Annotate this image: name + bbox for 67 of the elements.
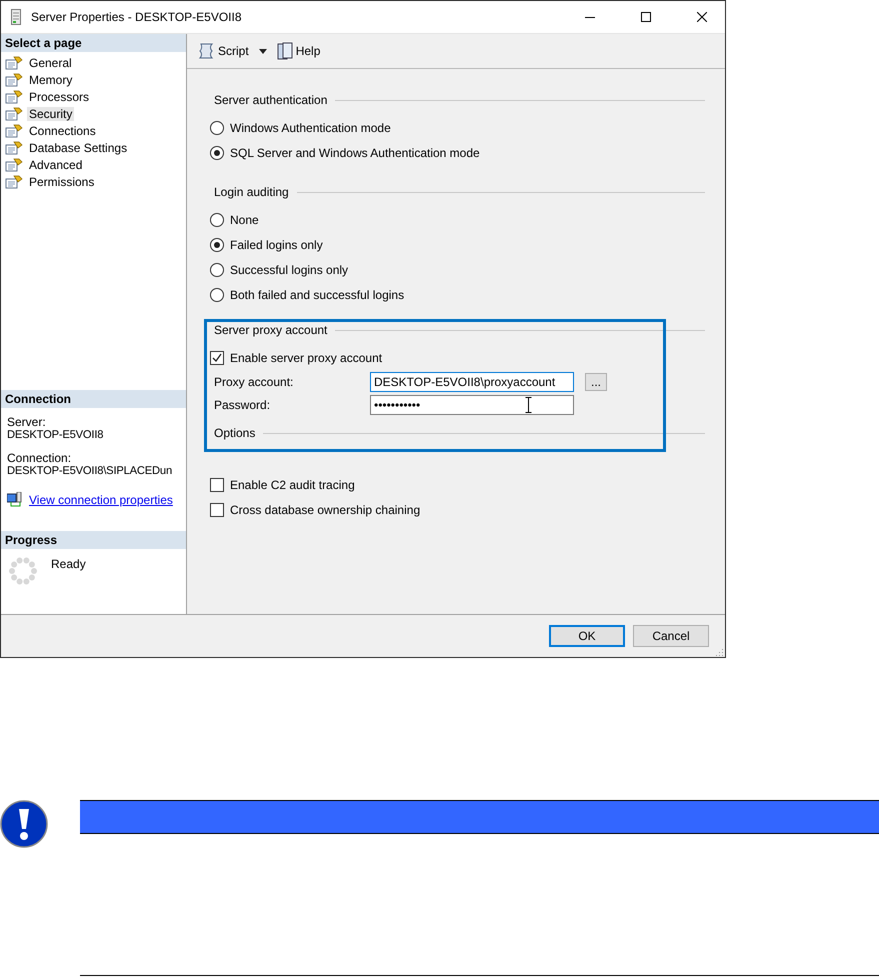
- checkbox[interactable]: [210, 478, 224, 492]
- option-label: Both failed and successful logins: [230, 288, 404, 302]
- scroll-icon: [197, 42, 215, 60]
- page-item[interactable]: Advanced: [27, 158, 84, 172]
- page-item[interactable]: General: [27, 56, 74, 70]
- page-icon: [5, 140, 23, 154]
- radio-button[interactable]: [210, 120, 224, 134]
- spinner-icon: [9, 557, 37, 585]
- radio-button[interactable]: [210, 262, 224, 276]
- checkbox[interactable]: [210, 502, 224, 516]
- dialog-button[interactable]: Cancel: [633, 625, 709, 647]
- option-label: Windows Authentication mode: [230, 120, 391, 134]
- section-title: Options: [214, 426, 256, 440]
- maximize-icon: [641, 12, 651, 22]
- field-label: Password:: [214, 398, 272, 412]
- book-icon: [276, 42, 293, 60]
- section-title: Login auditing: [214, 185, 289, 199]
- panel-header: Connection: [1, 390, 186, 408]
- radio-button[interactable]: [210, 238, 224, 252]
- password-field[interactable]: •••••••••••: [370, 394, 574, 414]
- connection-properties-link[interactable]: View connection properties: [29, 493, 173, 507]
- page-item[interactable]: Permissions: [27, 174, 96, 188]
- page-icon: [5, 56, 23, 70]
- option-label: Cross database ownership chaining: [230, 502, 420, 516]
- option-label: Enable server proxy account: [230, 350, 382, 364]
- panel-header: Progress: [1, 531, 186, 549]
- dropdown-caret-icon[interactable]: [258, 48, 267, 54]
- checkbox[interactable]: [210, 350, 224, 364]
- section-title: Server proxy account: [214, 323, 328, 337]
- browse-button[interactable]: ...: [585, 372, 607, 390]
- radio-button[interactable]: [210, 212, 224, 226]
- info-value: DESKTOP-E5VOII8\SIPLACEDun: [7, 465, 172, 478]
- page-item[interactable]: Database Settings: [27, 140, 130, 154]
- computer-icon: [7, 492, 23, 508]
- text-cursor-icon: [525, 396, 532, 412]
- section-title: Server authentication: [214, 93, 328, 107]
- radio-button[interactable]: [210, 288, 224, 302]
- window-title: Server Properties - DESKTOP-E5VOII8: [31, 10, 243, 24]
- info-label: Connection:: [7, 452, 72, 465]
- help-button[interactable]: Help: [274, 40, 322, 62]
- server-icon: [11, 9, 21, 25]
- script-button[interactable]: Script: [195, 40, 251, 62]
- page-icon: [5, 174, 23, 188]
- info-value: DESKTOP-E5VOII8: [7, 429, 104, 442]
- resize-grip-icon[interactable]: [716, 648, 724, 656]
- option-label: None: [230, 212, 259, 226]
- page-icon: [5, 158, 23, 172]
- page-icon: [5, 106, 23, 120]
- panel-header: Select a page: [1, 34, 186, 52]
- progress-status: Ready: [51, 557, 86, 573]
- close-icon: [697, 12, 707, 22]
- option-label: Failed logins only: [230, 238, 323, 252]
- dialog-button[interactable]: OK: [549, 625, 625, 647]
- page-item[interactable]: Processors: [27, 90, 92, 104]
- radio-button[interactable]: [210, 146, 224, 160]
- page-icon: [5, 72, 23, 86]
- info-label: Server:: [7, 416, 47, 429]
- page-item[interactable]: Memory: [27, 72, 74, 86]
- field-label: Proxy account:: [214, 374, 294, 388]
- option-label: SQL Server and Windows Authentication mode: [230, 146, 480, 160]
- option-label: Successful logins only: [230, 262, 348, 276]
- proxy-account-field[interactable]: DESKTOP-E5VOII8\proxyaccount: [370, 372, 574, 392]
- option-label: Enable C2 audit tracing: [230, 478, 355, 492]
- page-item[interactable]: Security: [27, 106, 74, 120]
- page-icon: [5, 124, 23, 138]
- page-item[interactable]: Connections: [27, 124, 98, 138]
- page-icon: [5, 90, 23, 104]
